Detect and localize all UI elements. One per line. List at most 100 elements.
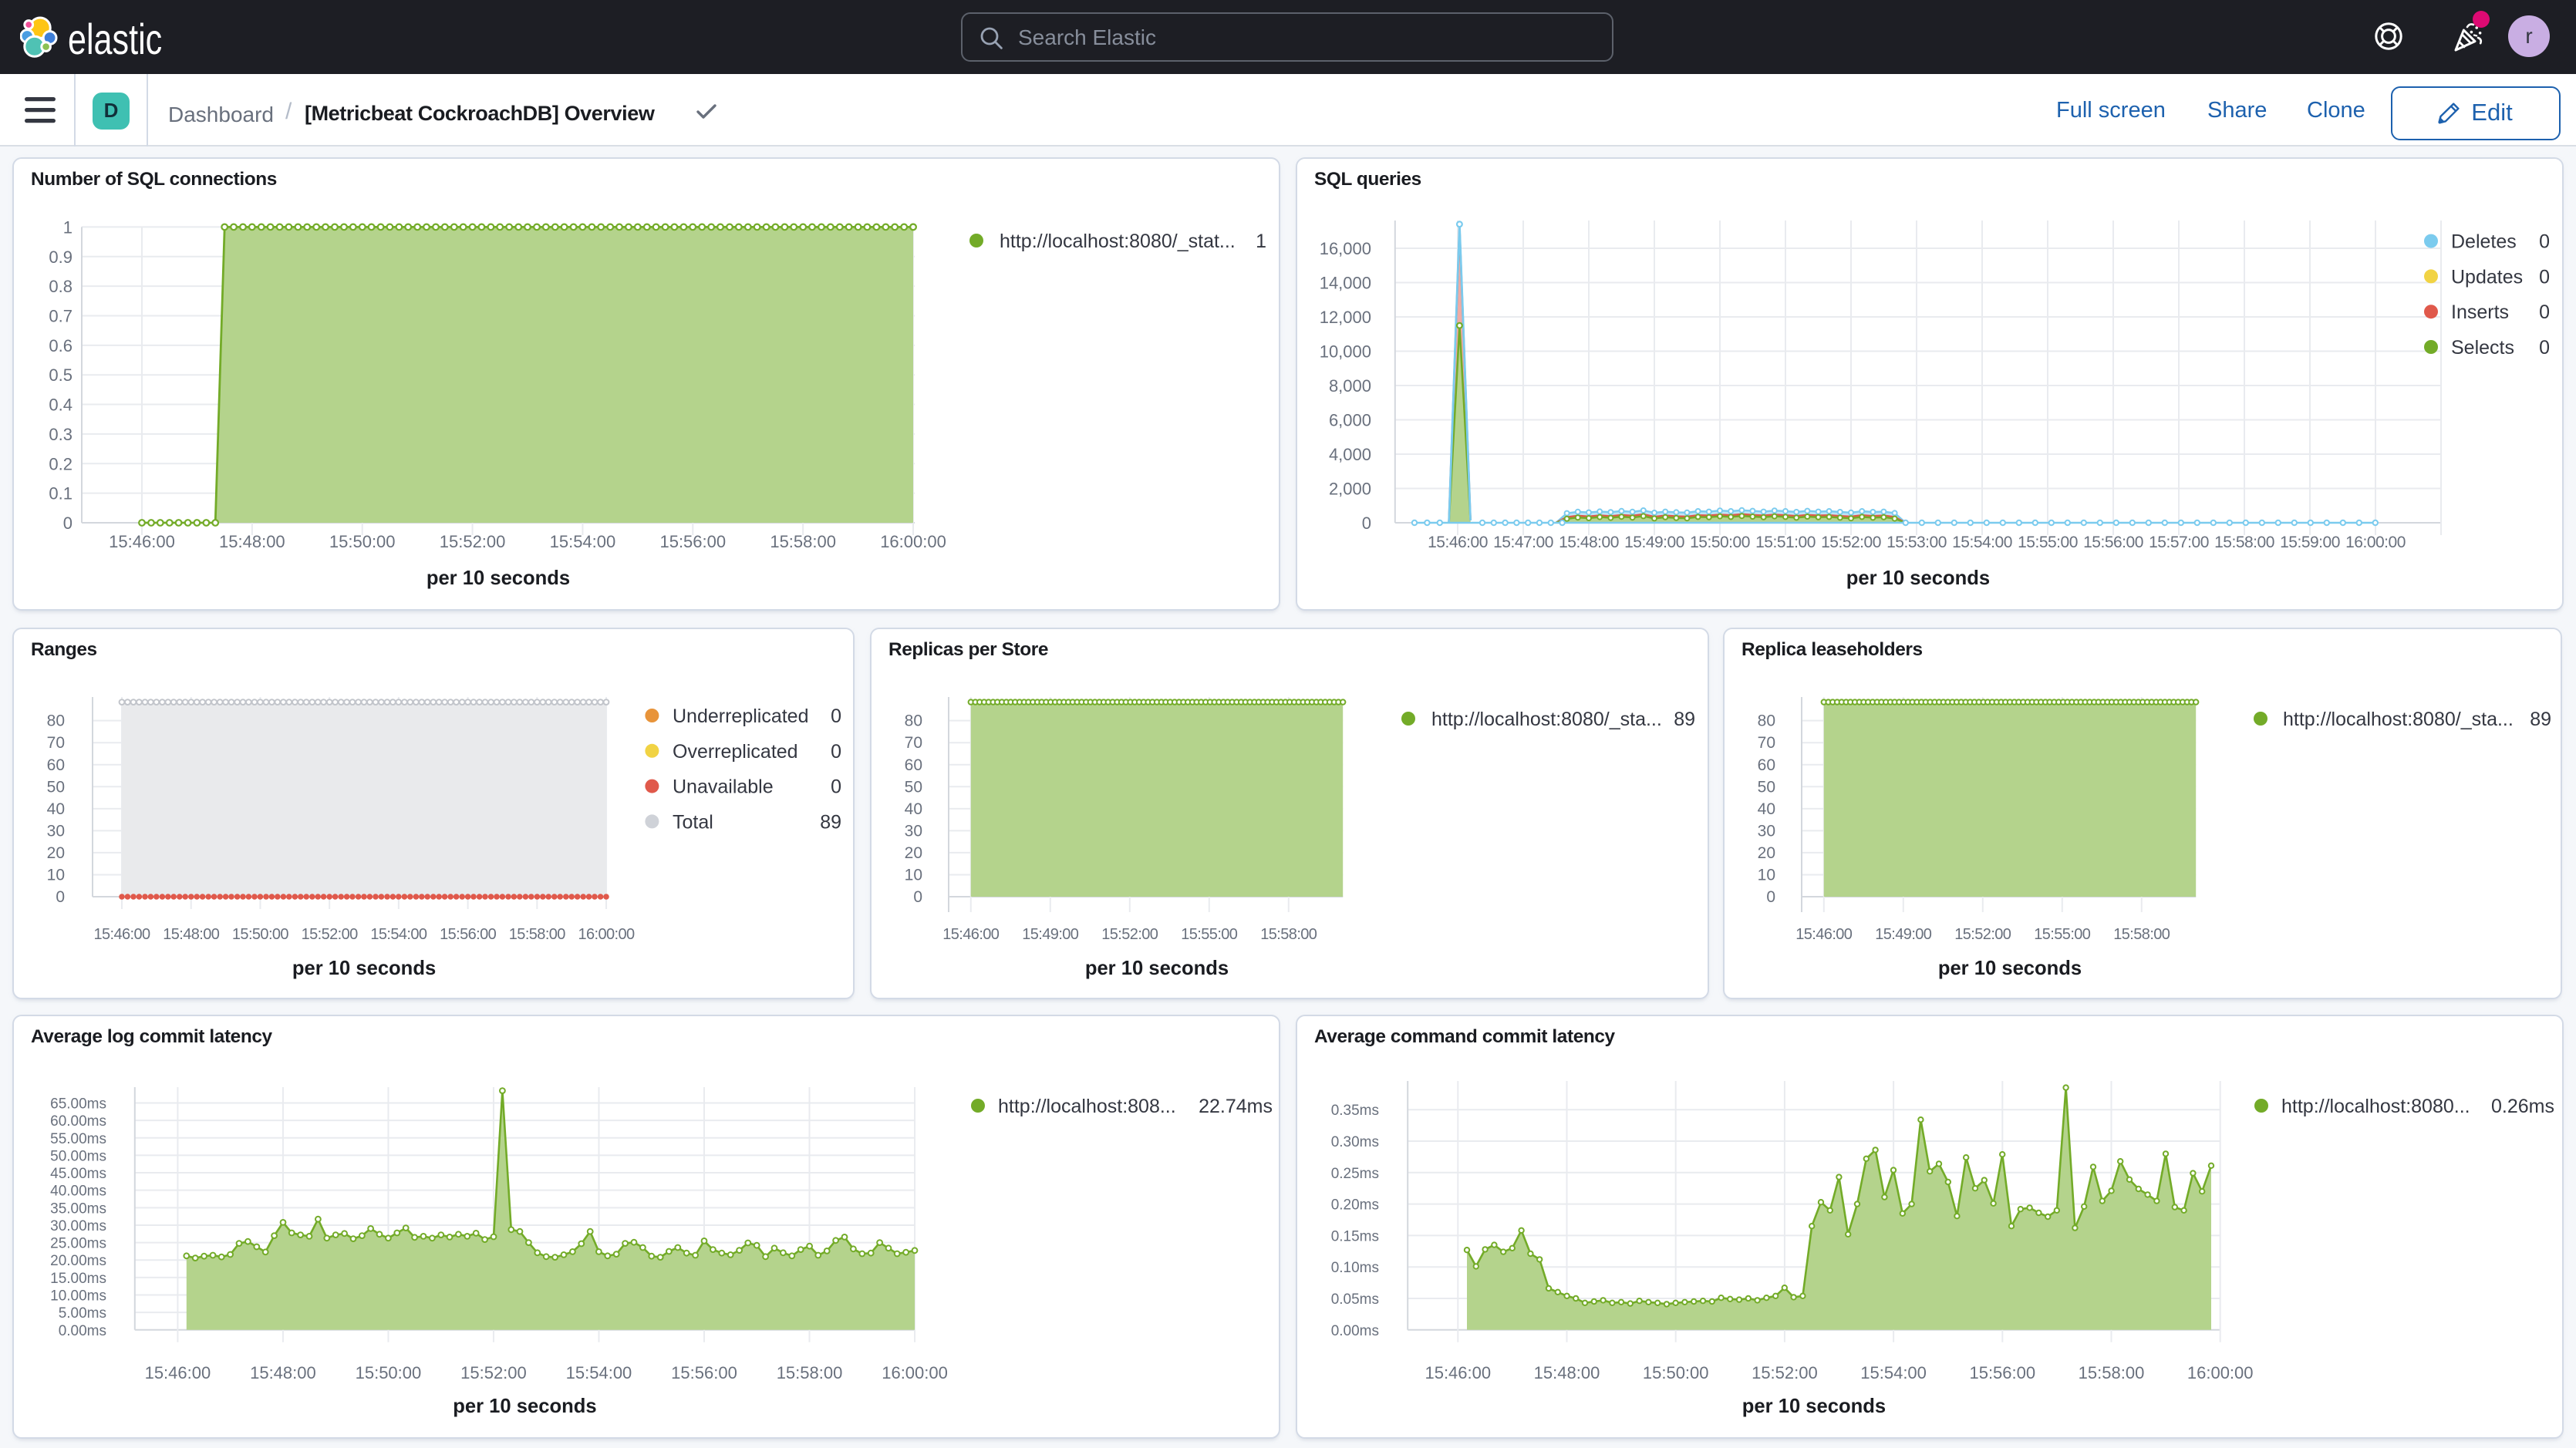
svg-text:Deletes: Deletes	[2451, 231, 2517, 253]
svg-text:per 10 seconds: per 10 seconds	[453, 1396, 596, 1417]
svg-text:0.15ms: 0.15ms	[1331, 1228, 1379, 1244]
svg-text:1: 1	[1256, 231, 1266, 252]
svg-text:30.00ms: 30.00ms	[50, 1218, 106, 1234]
svg-text:15:54:00: 15:54:00	[550, 532, 616, 551]
svg-text:Overreplicated: Overreplicated	[673, 741, 798, 763]
svg-text:15:58:00: 15:58:00	[777, 1363, 843, 1382]
svg-text:http://localhost:808...: http://localhost:808...	[998, 1096, 1176, 1117]
svg-text:http://localhost:8080...: http://localhost:8080...	[2281, 1096, 2470, 1117]
svg-text:15:58:00: 15:58:00	[2112, 926, 2170, 943]
svg-text:12,000: 12,000	[1320, 308, 1371, 327]
svg-text:0.20ms: 0.20ms	[1331, 1197, 1379, 1214]
svg-text:15:52:00: 15:52:00	[460, 1363, 527, 1382]
svg-text:16,000: 16,000	[1320, 239, 1371, 258]
svg-text:15:46:00: 15:46:00	[1428, 534, 1488, 551]
svg-text:0: 0	[2539, 301, 2550, 323]
svg-text:20.00ms: 20.00ms	[50, 1253, 106, 1269]
svg-text:http://localhost:8080/_stat...: http://localhost:8080/_stat...	[1000, 231, 1236, 252]
svg-text:per 10 seconds: per 10 seconds	[1742, 1396, 1886, 1417]
svg-text:15:55:00: 15:55:00	[2018, 534, 2078, 551]
svg-text:0.25ms: 0.25ms	[1331, 1166, 1379, 1182]
svg-text:14,000: 14,000	[1320, 274, 1371, 293]
svg-text:Underreplicated: Underreplicated	[673, 705, 809, 727]
svg-text:40: 40	[47, 800, 65, 818]
svg-text:0: 0	[1362, 514, 1371, 533]
svg-text:15:56:00: 15:56:00	[659, 532, 726, 551]
svg-text:15:56:00: 15:56:00	[671, 1363, 737, 1382]
svg-text:70: 70	[1757, 734, 1775, 752]
svg-text:15:51:00: 15:51:00	[1755, 534, 1816, 551]
svg-text:10,000: 10,000	[1320, 342, 1371, 362]
svg-text:15:48:00: 15:48:00	[219, 532, 285, 551]
svg-text:15:58:00: 15:58:00	[509, 926, 566, 943]
svg-text:15:50:00: 15:50:00	[232, 926, 289, 943]
svg-text:per 10 seconds: per 10 seconds	[427, 567, 570, 589]
svg-text:40.00ms: 40.00ms	[50, 1184, 106, 1200]
svg-text:50.00ms: 50.00ms	[50, 1148, 106, 1164]
svg-text:Updates: Updates	[2451, 266, 2523, 288]
svg-text:15:58:00: 15:58:00	[770, 532, 836, 551]
svg-text:15:56:00: 15:56:00	[1969, 1363, 2035, 1382]
svg-text:Replica leaseholders: Replica leaseholders	[1741, 639, 1922, 660]
svg-text:16:00:00: 16:00:00	[2345, 534, 2406, 551]
svg-text:70: 70	[904, 734, 922, 752]
svg-text:0.26ms: 0.26ms	[2491, 1096, 2554, 1117]
svg-text:89: 89	[2529, 709, 2551, 730]
svg-text:15:52:00: 15:52:00	[302, 926, 359, 943]
svg-text:0.30ms: 0.30ms	[1331, 1134, 1379, 1150]
svg-text:5.00ms: 5.00ms	[59, 1305, 106, 1322]
svg-text:Selects: Selects	[2451, 337, 2514, 359]
svg-text:Unavailable: Unavailable	[673, 776, 774, 798]
svg-text:16:00:00: 16:00:00	[578, 926, 636, 943]
svg-text:15:58:00: 15:58:00	[2079, 1363, 2145, 1382]
svg-text:0.4: 0.4	[49, 396, 72, 415]
svg-text:15:54:00: 15:54:00	[1860, 1363, 1927, 1382]
svg-text:30: 30	[1757, 822, 1775, 840]
svg-text:15:50:00: 15:50:00	[1643, 1363, 1709, 1382]
svg-text:Average command commit latency: Average command commit latency	[1314, 1026, 1616, 1047]
svg-text:15.00ms: 15.00ms	[50, 1271, 106, 1287]
svg-text:15:49:00: 15:49:00	[1624, 534, 1684, 551]
svg-text:2,000: 2,000	[1329, 480, 1371, 499]
svg-text:20: 20	[1757, 844, 1775, 862]
svg-text:0: 0	[831, 741, 841, 763]
svg-text:0.8: 0.8	[49, 277, 72, 296]
svg-text:15:46:00: 15:46:00	[1425, 1363, 1491, 1382]
svg-text:0.6: 0.6	[49, 336, 72, 355]
svg-text:0: 0	[2539, 337, 2550, 359]
svg-text:0.2: 0.2	[49, 454, 72, 473]
svg-text:15:52:00: 15:52:00	[1954, 926, 2011, 943]
svg-text:15:52:00: 15:52:00	[440, 532, 506, 551]
svg-text:15:52:00: 15:52:00	[1101, 926, 1158, 943]
svg-text:0: 0	[831, 705, 841, 727]
svg-text:0.00ms: 0.00ms	[59, 1323, 106, 1339]
svg-text:15:49:00: 15:49:00	[1874, 926, 1931, 943]
svg-text:0.9: 0.9	[49, 248, 72, 267]
svg-text:4,000: 4,000	[1329, 445, 1371, 464]
svg-text:0: 0	[56, 888, 65, 906]
svg-text:10: 10	[1757, 866, 1775, 884]
svg-text:22.74ms: 22.74ms	[1199, 1096, 1273, 1117]
svg-text:50: 50	[904, 778, 922, 796]
svg-text:0.10ms: 0.10ms	[1331, 1260, 1379, 1276]
svg-text:15:59:00: 15:59:00	[2280, 534, 2340, 551]
svg-text:per 10 seconds: per 10 seconds	[1937, 958, 2081, 979]
svg-text:15:57:00: 15:57:00	[2149, 534, 2209, 551]
svg-text:55.00ms: 55.00ms	[50, 1131, 106, 1147]
svg-text:60.00ms: 60.00ms	[50, 1113, 106, 1130]
svg-text:Inserts: Inserts	[2451, 301, 2509, 323]
svg-text:per 10 seconds: per 10 seconds	[292, 958, 436, 979]
svg-text:15:48:00: 15:48:00	[1534, 1363, 1600, 1382]
svg-text:6,000: 6,000	[1329, 411, 1371, 430]
svg-text:15:46:00: 15:46:00	[145, 1363, 211, 1382]
svg-text:0: 0	[912, 888, 922, 906]
svg-text:20: 20	[904, 844, 922, 862]
svg-text:15:54:00: 15:54:00	[370, 926, 427, 943]
svg-text:16:00:00: 16:00:00	[2187, 1363, 2254, 1382]
svg-text:50: 50	[47, 778, 65, 796]
svg-text:16:00:00: 16:00:00	[882, 1363, 948, 1382]
svg-text:15:48:00: 15:48:00	[163, 926, 220, 943]
svg-text:10: 10	[47, 866, 65, 884]
svg-text:Average log commit latency: Average log commit latency	[31, 1026, 272, 1047]
svg-text:0: 0	[2539, 266, 2550, 288]
